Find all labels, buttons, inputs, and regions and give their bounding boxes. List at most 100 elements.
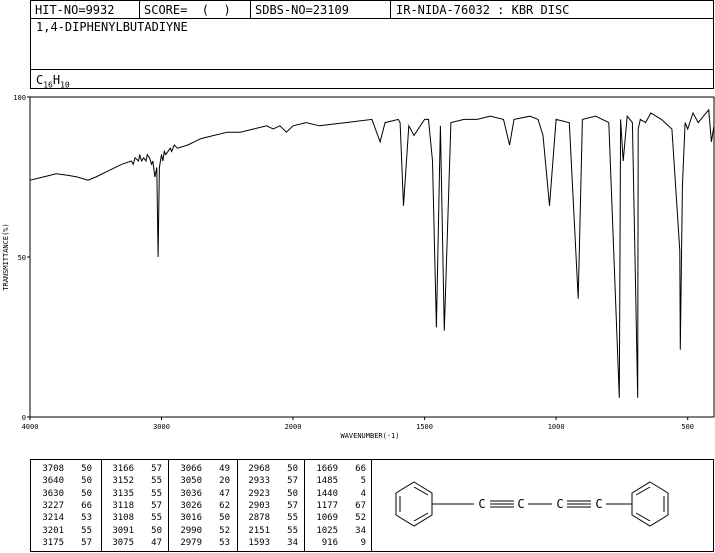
- peak-transmittance: 55: [287, 525, 298, 536]
- peak-transmittance: 55: [81, 525, 92, 536]
- peak-wavenumber: 2923: [248, 488, 270, 499]
- plot-frame: [29, 96, 715, 418]
- peak-wavenumber: 1485: [316, 476, 338, 487]
- peak-wavenumber: 1440: [316, 488, 338, 499]
- ir-nida: IR-NIDA-76032 : KBR DISC: [396, 3, 570, 17]
- x-axis-label: WAVENUMBER(-1): [340, 432, 399, 440]
- peak-transmittance: 57: [287, 500, 298, 511]
- x-ticks: 4000 3000 2000 1500 1000 500: [22, 417, 694, 431]
- peak-wavenumber: 3075: [112, 537, 134, 548]
- peak-transmittance: 50: [81, 464, 92, 474]
- peak-wavenumber: 3135: [112, 488, 134, 499]
- peak-transmittance: 55: [151, 476, 162, 487]
- peak-wavenumber: 1177: [316, 500, 338, 511]
- peak-transmittance: 55: [151, 513, 162, 524]
- peak-transmittance: 47: [151, 537, 162, 548]
- peak-wavenumber: 2151: [248, 525, 270, 536]
- peak-transmittance: 53: [81, 513, 92, 524]
- peak-transmittance: 50: [151, 525, 162, 536]
- peak-transmittance: 50: [81, 488, 92, 499]
- peak-transmittance: 55: [287, 513, 298, 524]
- compound-divider: [30, 69, 714, 70]
- peak-wavenumber: 2990: [180, 525, 202, 536]
- score: SCORE= ( ): [144, 3, 231, 17]
- peak-transmittance: 34: [355, 525, 366, 536]
- peak-transmittance: 50: [287, 488, 298, 499]
- peak-wavenumber: 3050: [180, 476, 202, 487]
- right-ring-double-bond: [635, 486, 651, 496]
- peak-transmittance: 62: [219, 500, 230, 511]
- peak-transmittance: 57: [151, 500, 162, 511]
- peak-wavenumber: 3118: [112, 500, 134, 511]
- y-axis-label: TRANSMITTANCE(%): [2, 223, 10, 290]
- peak-wavenumber: 1025: [316, 525, 338, 536]
- peak-wavenumber: 2933: [248, 476, 270, 487]
- peak-wavenumber: 3227: [42, 500, 64, 511]
- alkyne-carbon-3: C: [556, 497, 563, 511]
- y-ticks: 0 50 100: [13, 94, 30, 422]
- peak-col-divider: [237, 459, 238, 552]
- peak-transmittance: 53: [219, 537, 230, 548]
- peak-col-divider: [304, 459, 305, 552]
- peak-wavenumber: 3016: [180, 513, 202, 524]
- peak-wavenumber: 2903: [248, 500, 270, 511]
- peak-col-divider: [168, 459, 169, 552]
- peak-transmittance: 66: [355, 464, 366, 474]
- peak-wavenumber: 2968: [248, 464, 270, 474]
- peak-wavenumber: 3066: [180, 464, 202, 474]
- header-bar: [30, 0, 714, 19]
- hit-no: HIT-NO=9932: [35, 3, 115, 17]
- formula-carbon-count: 16: [43, 80, 53, 90]
- x-tick-label: 3000: [153, 423, 170, 431]
- peak-wavenumber: 1669: [316, 464, 338, 474]
- peak-transmittance: 4: [360, 488, 366, 499]
- peak-wavenumber: 2878: [248, 513, 270, 524]
- peak-transmittance: 5: [360, 476, 366, 487]
- peak-transmittance: 20: [219, 476, 230, 487]
- peak-wavenumber: 1593: [248, 537, 270, 548]
- peak-wavenumber: 2979: [180, 537, 202, 548]
- peak-wavenumber: 916: [321, 537, 338, 548]
- y-tick-label: 0: [22, 414, 26, 422]
- header-divider: [250, 0, 251, 19]
- left-benzene-ring: [395, 481, 433, 527]
- peak-col-divider: [101, 459, 102, 552]
- peak-transmittance: 50: [287, 464, 298, 474]
- compound-formula: C16H10: [36, 73, 70, 89]
- left-ring-double-bond: [413, 486, 429, 496]
- structure-diagram: C C C C: [395, 481, 669, 527]
- peak-transmittance: 34: [287, 537, 298, 548]
- peak-wavenumber: 3708: [42, 464, 64, 474]
- peak-wavenumber: 3108: [112, 513, 134, 524]
- y-tick-label: 100: [13, 94, 26, 102]
- peak-transmittance: 57: [81, 537, 92, 548]
- right-benzene-ring: [631, 481, 669, 527]
- x-tick-label: 4000: [22, 423, 39, 431]
- peak-wavenumber: 3036: [180, 488, 202, 499]
- x-tick-label: 1000: [548, 423, 565, 431]
- peak-wavenumber: 3091: [112, 525, 134, 536]
- left-ring-double-bond: [413, 512, 429, 522]
- peak-wavenumber: 3201: [42, 525, 64, 536]
- peak-wavenumber: 3175: [42, 537, 64, 548]
- x-tick-label: 1500: [416, 423, 433, 431]
- peak-wavenumber: 3640: [42, 476, 64, 487]
- peak-transmittance: 50: [219, 513, 230, 524]
- x-tick-label: 2000: [285, 423, 302, 431]
- peak-transmittance: 57: [151, 464, 162, 474]
- x-tick-label: 500: [681, 423, 694, 431]
- peak-transmittance: 47: [219, 488, 230, 499]
- compound-name: 1,4-DIPHENYLBUTADIYNE: [36, 20, 188, 34]
- header-divider: [139, 0, 140, 19]
- formula-hydrogen-count: 10: [60, 80, 70, 90]
- peak-transmittance: 52: [355, 513, 366, 524]
- peak-transmittance: 49: [219, 464, 230, 474]
- peak-transmittance: 52: [219, 525, 230, 536]
- peak-transmittance: 50: [81, 476, 92, 487]
- peak-wavenumber: 3166: [112, 464, 134, 474]
- peak-transmittance: 9: [360, 537, 366, 548]
- peak-transmittance: 55: [151, 488, 162, 499]
- peak-transmittance: 66: [81, 500, 92, 511]
- alkyne-carbon-2: C: [517, 497, 524, 511]
- peak-wavenumber: 3630: [42, 488, 64, 499]
